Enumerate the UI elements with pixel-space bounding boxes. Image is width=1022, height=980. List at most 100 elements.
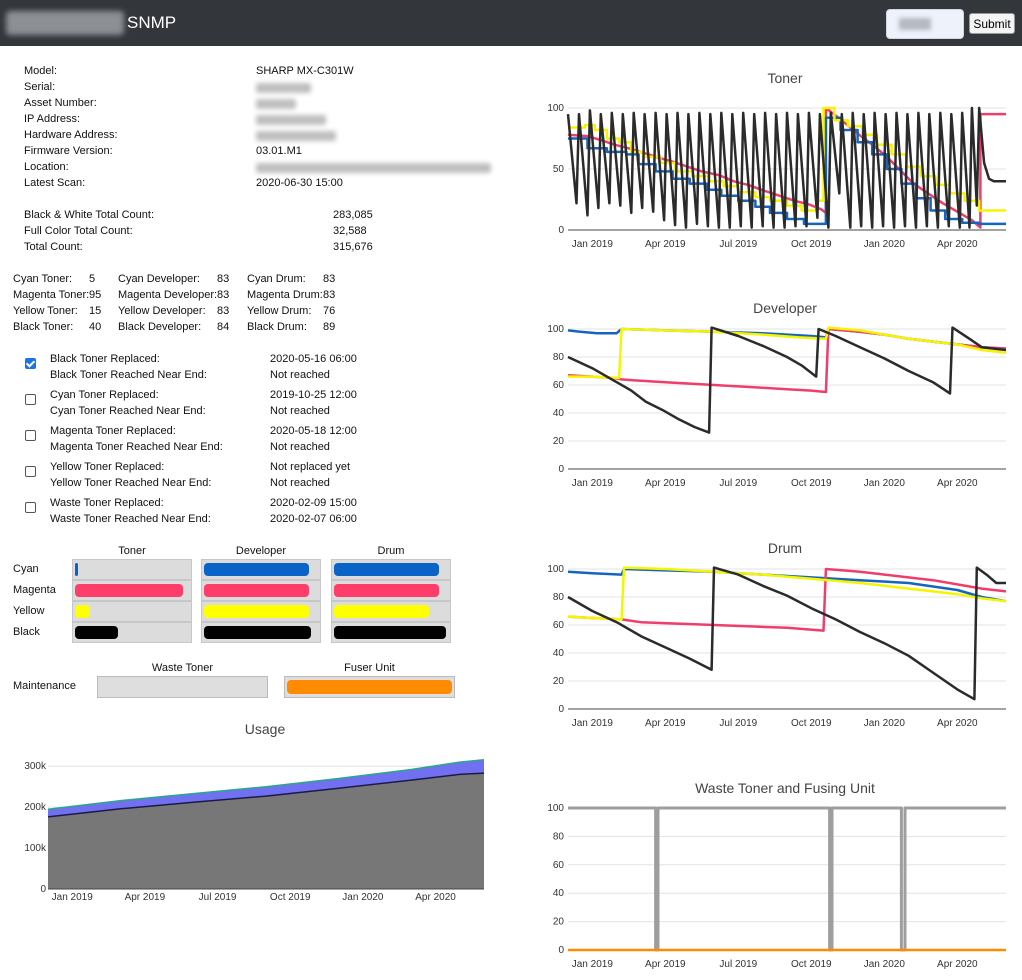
gauge-header: Drum <box>377 545 405 557</box>
level-label: Black Toner: <box>13 321 74 333</box>
info-value-redacted <box>256 131 336 141</box>
near-end-value: Not reached <box>270 441 330 453</box>
level-label: Black Drum: <box>247 321 307 333</box>
y-tick-label: 80 <box>553 592 565 603</box>
replaced-label: Cyan Toner Replaced: <box>50 389 159 401</box>
gauge-track <box>72 580 192 601</box>
y-tick-label: 40 <box>553 648 565 659</box>
x-tick-label: Oct 2019 <box>791 239 832 250</box>
level-label: Black Developer: <box>118 321 202 333</box>
x-tick-label: Jan 2019 <box>572 478 614 489</box>
level-value: 84 <box>217 321 230 333</box>
x-tick-label: Apr 2019 <box>645 959 686 970</box>
toner-chart: 0 50 100 Jan 2019 Apr 2019 Jul 2019 Oct 2019 Ja… <box>547 103 1006 250</box>
info-value: SHARP MX-C301W <box>256 65 354 77</box>
gauge-track <box>331 601 451 622</box>
gauge-row-label: Magenta <box>13 584 56 596</box>
info-label: Hardware Address: <box>24 129 118 141</box>
maintenance-track <box>284 676 455 698</box>
replaced-value: 2020-05-18 12:00 <box>270 425 357 437</box>
x-tick-label: Apr 2019 <box>125 892 166 903</box>
submit-button[interactable]: Submit <box>969 13 1015 34</box>
level-label: Magenta Toner: <box>13 289 90 301</box>
info-label: Serial: <box>24 81 56 93</box>
replacement-checkbox[interactable] <box>25 358 36 369</box>
level-label: Yellow Toner: <box>13 305 78 317</box>
info-label: IP Address: <box>24 113 81 125</box>
level-value: 89 <box>323 321 336 333</box>
level-value: 83 <box>217 305 230 317</box>
developer-chart: 0 20 40 60 80 100 Jan 2019 Apr 2019 Jul 2019 Oct … <box>547 324 1007 489</box>
replaced-value: 2019-10-25 12:00 <box>270 389 357 401</box>
level-label: Cyan Developer: <box>118 273 200 285</box>
y-tick-label: 100k <box>24 843 47 854</box>
gauge-track <box>331 622 451 643</box>
y-tick-label: 100 <box>547 324 564 335</box>
gauge-track <box>331 559 451 580</box>
info-value-redacted <box>256 83 311 93</box>
gauge-fill <box>204 605 309 618</box>
y-tick-label: 300k <box>24 761 47 772</box>
gauge-track <box>72 601 192 622</box>
gauge-track <box>201 559 321 580</box>
x-tick-label: Jan 2020 <box>342 892 384 903</box>
maintenance-item-label: Fuser Unit <box>344 662 395 674</box>
waste-chart-title: Waste Toner and Fusing Unit <box>695 780 875 796</box>
level-value: 83 <box>217 289 230 301</box>
developer-chart-title: Developer <box>753 300 817 316</box>
count-value: 315,676 <box>333 241 373 253</box>
y-tick-label: 60 <box>553 860 565 871</box>
x-tick-label: Apr 2019 <box>645 718 686 729</box>
replaced-label: Magenta Toner Replaced: <box>50 425 176 437</box>
gauge-track <box>72 559 192 580</box>
x-tick-label: Jan 2019 <box>52 892 94 903</box>
gauge-row-label: Yellow <box>13 605 45 617</box>
gauge-row-label: Cyan <box>13 563 39 575</box>
x-tick-label: Jul 2019 <box>719 239 757 250</box>
maintenance-fill <box>287 680 452 694</box>
level-value: 83 <box>323 273 336 285</box>
gauge-track <box>201 622 321 643</box>
y-tick-label: 100 <box>547 564 564 575</box>
x-tick-label: Jan 2019 <box>572 239 614 250</box>
gauge-track <box>201 601 321 622</box>
info-value: 2020-06-30 15:00 <box>256 177 343 189</box>
x-tick-label: Jan 2020 <box>864 239 906 250</box>
level-value: 5 <box>89 273 96 285</box>
info-label: Model: <box>24 65 58 77</box>
level-label: Magenta Developer: <box>118 289 218 301</box>
x-tick-label: Jul 2019 <box>199 892 237 903</box>
y-tick-label: 80 <box>553 831 565 842</box>
level-value: 83 <box>323 289 336 301</box>
info-label: Latest Scan: <box>24 177 86 189</box>
gauge-header: Toner <box>118 545 146 557</box>
gauge-fill <box>334 605 429 618</box>
level-value: 95 <box>89 289 102 301</box>
info-label: Asset Number: <box>24 97 97 109</box>
y-tick-label: 100 <box>547 103 564 114</box>
y-tick-label: 0 <box>558 945 564 956</box>
info-value-redacted <box>256 115 326 125</box>
gauge-track <box>331 580 451 601</box>
device-search-input[interactable] <box>886 9 964 39</box>
series-line-magenta <box>567 567 1007 632</box>
replacement-checkbox[interactable] <box>25 394 36 405</box>
replacement-checkbox[interactable] <box>25 430 36 441</box>
maintenance-item-label: Waste Toner <box>151 662 214 674</box>
y-tick-label: 20 <box>553 917 565 928</box>
x-tick-label: Jan 2020 <box>864 959 906 970</box>
level-label: Yellow Developer: <box>118 305 206 317</box>
x-tick-label: Oct 2019 <box>791 478 832 489</box>
y-tick-label: 40 <box>553 408 565 419</box>
level-value: 83 <box>217 273 230 285</box>
y-tick-label: 50 <box>553 164 565 175</box>
y-tick-label: 100 <box>547 803 564 814</box>
near-end-label: Waste Toner Reached Near End: <box>50 513 211 525</box>
replacement-checkbox[interactable] <box>25 466 36 477</box>
replaced-value: Not replaced yet <box>270 461 351 473</box>
replacement-checkbox[interactable] <box>25 502 36 513</box>
gauge-fill <box>204 626 312 639</box>
y-tick-label: 0 <box>558 464 564 475</box>
y-tick-label: 0 <box>558 225 564 236</box>
x-tick-label: Jan 2020 <box>864 478 906 489</box>
